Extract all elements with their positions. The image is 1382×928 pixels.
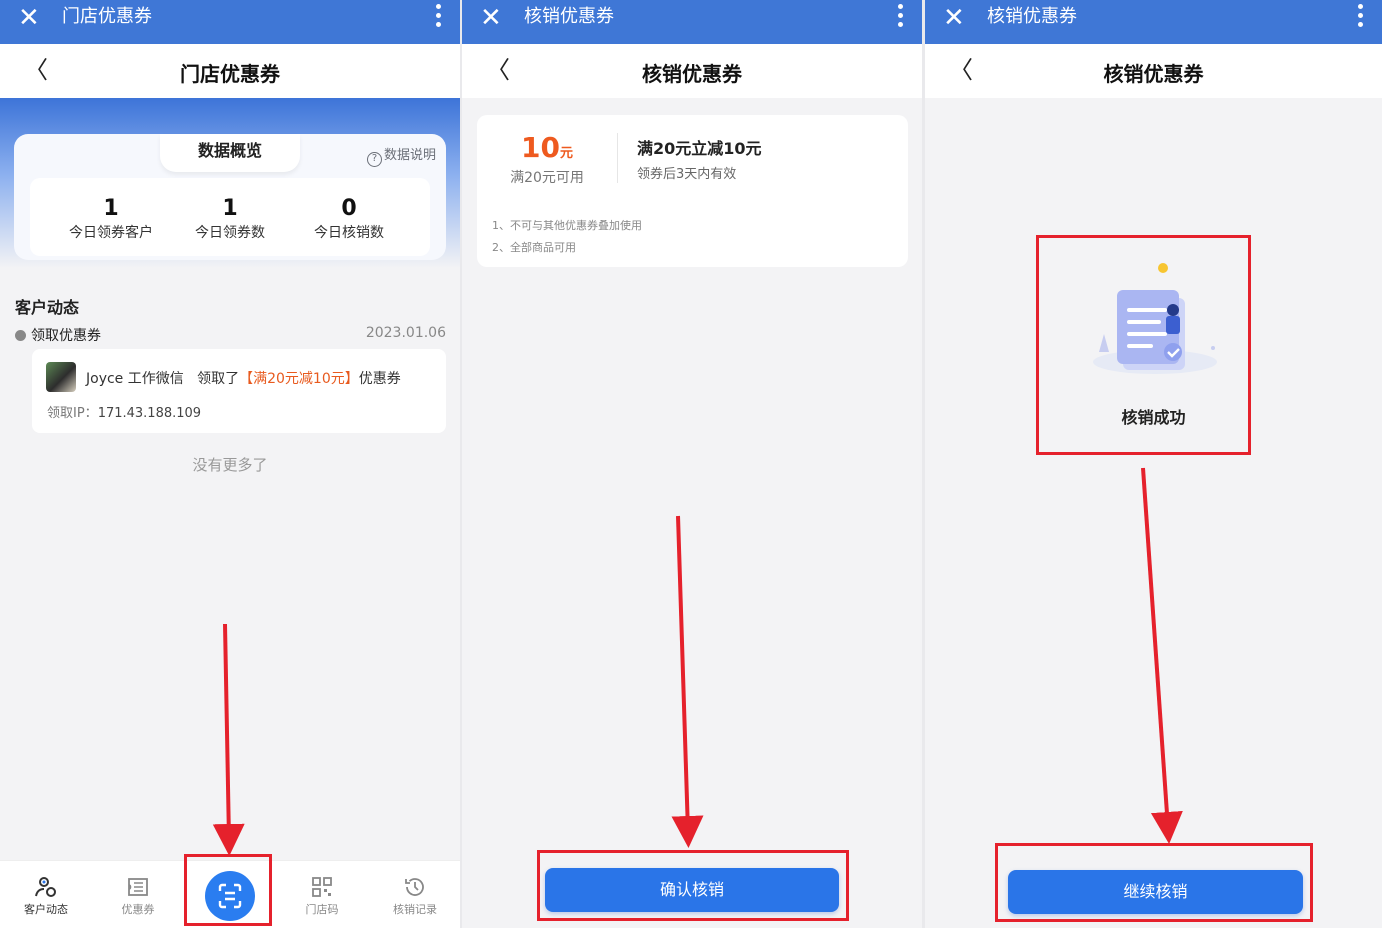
tab-label: 客户动态: [24, 903, 68, 916]
tab-redeem-history[interactable]: 核销记录: [375, 875, 455, 917]
qr-code-icon: [312, 877, 332, 897]
page-title: 核销优惠券: [642, 62, 742, 86]
tab-store-code[interactable]: 门店码: [282, 875, 362, 917]
help-icon: ?: [366, 152, 382, 167]
tab-coupons[interactable]: 优惠券: [98, 875, 178, 917]
event-label: 领取优惠券: [31, 328, 101, 344]
coupon-amount: 10元: [477, 131, 617, 164]
section-title-activity: 客户动态: [15, 298, 80, 317]
coupon-icon: [128, 878, 148, 896]
app-topbar: ✕ 门店优惠券: [0, 0, 460, 44]
more-menu-icon[interactable]: [436, 4, 442, 31]
stat-today-coupons: 1 今日领券数: [165, 196, 295, 242]
event-date: 2023.01.06: [365, 325, 446, 341]
ip-line: 领取IP：171.43.188.109: [47, 402, 201, 421]
page-navbar: 〈 核销优惠券: [925, 44, 1382, 98]
close-icon[interactable]: ✕: [18, 3, 40, 33]
confirm-redeem-button[interactable]: 确认核销: [545, 868, 839, 912]
coupon-rule: 1、不可与其他优惠券叠加使用: [492, 219, 642, 232]
stat-value: 1: [103, 196, 119, 221]
ip-value: 171.43.188.109: [97, 406, 202, 421]
tab-label: 核销记录: [393, 903, 437, 916]
window-title: 核销优惠券: [524, 6, 614, 27]
page-navbar: 〈 门店优惠券: [0, 44, 460, 98]
customer-activity-icon: [35, 877, 56, 897]
stat-label: 今日核销数: [314, 225, 384, 241]
page-title: 门店优惠券: [180, 62, 280, 86]
close-icon[interactable]: ✕: [480, 3, 502, 33]
tab-customer-activity[interactable]: 客户动态: [6, 875, 86, 917]
activity-text: Joyce 工作微信 领取了【满20元减10元】优惠券: [86, 368, 401, 388]
overview-tab: 数据概览: [160, 134, 300, 172]
timeline-dot-icon: [15, 330, 26, 341]
window-title: 门店优惠券: [62, 6, 152, 27]
stats-box: 1 今日领券客户 1 今日领券数 0 今日核销数: [30, 178, 430, 256]
coupon-validity: 领券后3天内有效: [637, 167, 737, 182]
app-topbar: ✕ 核销优惠券: [925, 0, 1382, 44]
panel-store-coupons: ✕ 门店优惠券 〈 门店优惠券 数据概览 ? 数据说明 1 今日领券客户 1 今日…: [0, 0, 460, 928]
stat-value: 0: [341, 196, 357, 221]
window-title: 核销优惠券: [987, 6, 1077, 27]
page-navbar: 〈 核销优惠券: [462, 44, 922, 98]
scan-button[interactable]: [205, 871, 255, 921]
tab-label: 优惠券: [121, 903, 155, 916]
history-icon: [405, 878, 424, 896]
stat-label: 今日领券数: [195, 225, 265, 241]
activity-event-row: 领取优惠券 2023.01.06: [15, 325, 446, 345]
coupon-name: 【满20元减10元】: [239, 371, 359, 387]
panel-redeem-coupon: ✕ 核销优惠券 〈 核销优惠券 10元 满20元可用 满20元立减10元 领券后…: [462, 0, 922, 928]
avatar: [46, 362, 76, 392]
tab-label: 门店码: [305, 903, 339, 916]
success-text: 核销成功: [1121, 408, 1186, 427]
coupon-amount-unit: 元: [559, 146, 573, 161]
data-overview-card: 数据概览 ? 数据说明 1 今日领券客户 1 今日领券数 0 今日核销数: [14, 134, 446, 260]
coupon-minimum: 满20元可用: [510, 170, 584, 186]
coupon-rule: 2、全部商品可用: [492, 241, 576, 254]
coupon-name: 满20元立减10元: [637, 139, 762, 158]
coupon-card: 10元 满20元可用 满20元立减10元 领券后3天内有效 1、不可与其他优惠券…: [477, 115, 908, 267]
close-icon[interactable]: ✕: [943, 3, 965, 33]
bottom-tabbar: 客户动态 优惠券 门店码 核销记录: [0, 860, 460, 928]
action-text: 领取了: [197, 371, 240, 387]
more-menu-icon[interactable]: [1358, 4, 1364, 31]
action-suffix: 优惠券: [358, 371, 401, 387]
more-menu-icon[interactable]: [898, 4, 904, 31]
panel-redeem-success: ✕ 核销优惠券 〈 核销优惠券 核销成功 继续核销: [925, 0, 1382, 928]
continue-redeem-button[interactable]: 继续核销: [1008, 870, 1303, 914]
coupon-divider: [617, 133, 618, 183]
ip-label: 领取IP：: [47, 406, 98, 421]
data-help-link[interactable]: ? 数据说明: [366, 144, 436, 167]
page-title: 核销优惠券: [1103, 62, 1204, 86]
scan-icon: [218, 883, 242, 909]
activity-card[interactable]: Joyce 工作微信 领取了【满20元减10元】优惠券 领取IP：171.43.…: [32, 349, 446, 433]
data-help-label: 数据说明: [383, 148, 436, 163]
app-topbar: ✕ 核销优惠券: [462, 0, 922, 44]
stat-label: 今日领券客户: [69, 225, 153, 241]
no-more-text: 没有更多了: [192, 456, 268, 474]
coupon-amount-value: 10: [521, 131, 560, 164]
user-name: Joyce 工作微信: [86, 371, 184, 387]
success-illustration-icon: [1093, 263, 1217, 374]
stat-value: 1: [222, 196, 238, 221]
stat-today-redeemed: 0 今日核销数: [284, 196, 414, 242]
stat-today-customers: 1 今日领券客户: [46, 196, 176, 242]
